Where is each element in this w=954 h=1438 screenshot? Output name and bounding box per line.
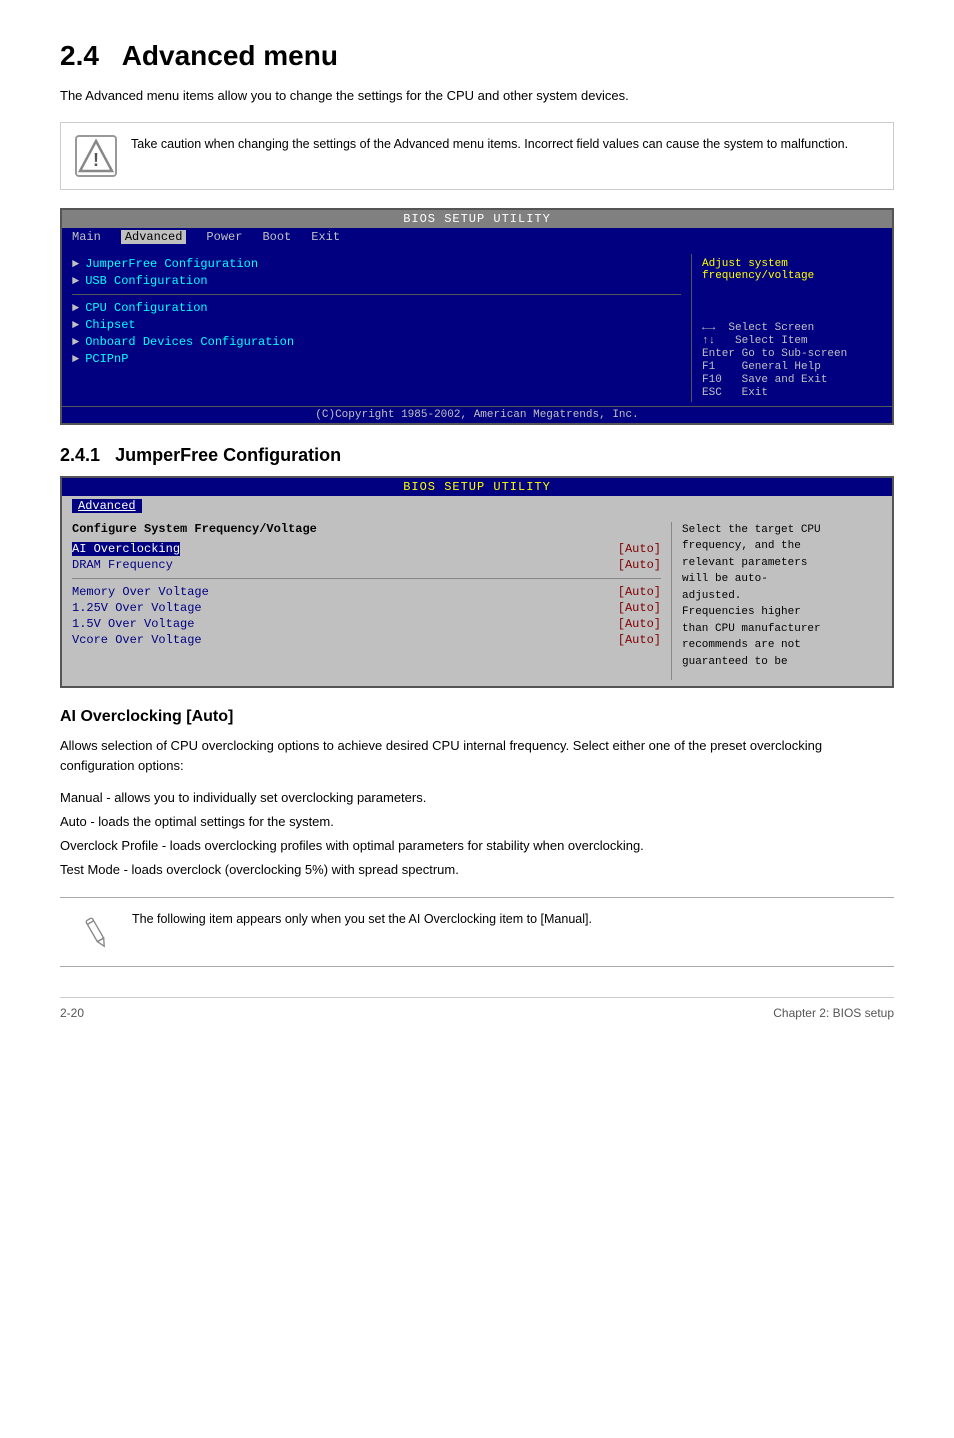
arrow-icon: ► [72,257,79,271]
bios-help-text-2: Select the target CPU frequency, and the… [682,522,882,671]
svg-text:!: ! [93,150,99,170]
bios-item-label: JumperFree Configuration [85,257,258,271]
bios-label-15v: 1.5V Over Voltage [72,617,194,631]
warning-box: ! Take caution when changing the setting… [60,122,894,190]
bios-label-ai: AI Overclocking [72,542,180,556]
bios-label-memvolt: Memory Over Voltage [72,585,209,599]
option-overclock-profile: Overclock Profile - loads overclocking p… [60,835,894,857]
option-test-mode: Test Mode - loads overclock (overclockin… [60,859,894,881]
key-f10: F10 Save and Exit [702,374,882,386]
bios-menubar-1: Main Advanced Power Boot Exit [62,228,892,246]
arrow-icon: ► [72,318,79,332]
bios-right-panel-2: Select the target CPU frequency, and the… [672,522,892,680]
bios-item-label: CPU Configuration [85,301,207,315]
bios-value-memvolt: [Auto] [618,585,661,599]
alert-triangle-icon: ! [77,137,115,175]
bios-item-jumperfree: ► JumperFree Configuration [72,257,681,271]
bios-label-125v: 1.25V Over Voltage [72,601,202,615]
bios-row-vcore: Vcore Over Voltage [Auto] [72,633,661,647]
arrow-icon: ► [72,301,79,315]
bios-item-chipset: ► Chipset [72,318,681,332]
bios-item-label: USB Configuration [85,274,207,288]
bios-value-ai: [Auto] [618,542,661,556]
bios-footer-1: (C)Copyright 1985-2002, American Megatre… [62,406,892,423]
bios-item-cpu: ► CPU Configuration [72,301,681,315]
bios-keys: ←→ Select Screen ↑↓ Select Item Enter Go… [702,322,882,399]
subsection-title-241: 2.4.1 JumperFree Configuration [60,445,894,466]
footer-page-num: 2-20 [60,1006,84,1020]
ai-overclocking-intro: Allows selection of CPU overclocking opt… [60,736,894,778]
bios-value-15v: [Auto] [618,617,661,631]
arrow-icon: ► [72,352,79,366]
note-box: The following item appears only when you… [60,897,894,967]
section-title-text: Advanced menu [122,40,338,71]
subsection-num: 2.4.1 [60,445,100,465]
note-icon [74,910,118,954]
bios-menu2-advanced: Advanced [72,499,142,513]
bios-item-label: PCIPnP [85,352,128,366]
page-footer: 2-20 Chapter 2: BIOS setup [60,997,894,1020]
bios-item-label: Onboard Devices Configuration [85,335,294,349]
warning-icon: ! [75,135,117,177]
bios-screen-1: BIOS SETUP UTILITY Main Advanced Power B… [60,208,894,425]
arrow-icon: ► [72,335,79,349]
bios-item-pcipnp: ► PCIPnP [72,352,681,366]
bios-divider2 [72,578,661,579]
section-heading: 2.4 Advanced menu [60,40,894,72]
bios-left-panel-2: Configure System Frequency/Voltage AI Ov… [62,522,672,680]
intro-text: The Advanced menu items allow you to cha… [60,86,894,106]
bios-left-panel-1: ► JumperFree Configuration ► USB Configu… [62,254,692,402]
bios-item-onboard: ► Onboard Devices Configuration [72,335,681,349]
arrow-icon: ► [72,274,79,288]
bios-menu-exit: Exit [311,230,340,244]
key-select-screen: ←→ Select Screen [702,322,882,334]
bios-row-15v: 1.5V Over Voltage [Auto] [72,617,661,631]
option-manual: Manual - allows you to individually set … [60,787,894,809]
footer-chapter: Chapter 2: BIOS setup [773,1006,894,1020]
section-number: 2.4 [60,40,99,71]
bios-value-vcore: [Auto] [618,633,661,647]
bios-right-panel-1: Adjust systemfrequency/voltage ←→ Select… [692,254,892,402]
bios-title-2: BIOS SETUP UTILITY [62,478,892,496]
key-f1: F1 General Help [702,361,882,373]
bios-divider [72,294,681,295]
bios-label-vcore: Vcore Over Voltage [72,633,202,647]
key-enter: Enter Go to Sub-screen [702,348,882,360]
bios-body-2: Configure System Frequency/Voltage AI Ov… [62,516,892,686]
bios-row-125v: 1.25V Over Voltage [Auto] [72,601,661,615]
bios-value-125v: [Auto] [618,601,661,615]
subsection-title-label: JumperFree Configuration [115,445,341,465]
ai-overclocking-title: AI Overclocking [Auto] [60,708,894,726]
bios-label-dram: DRAM Frequency [72,558,173,572]
bios-row-memvolt: Memory Over Voltage [Auto] [72,585,661,599]
bios-screen-2: BIOS SETUP UTILITY Advanced Configure Sy… [60,476,894,688]
bios-menu-boot: Boot [262,230,291,244]
pencil-icon [76,912,116,952]
bios-body-1: ► JumperFree Configuration ► USB Configu… [62,246,892,406]
bios-config-header: Configure System Frequency/Voltage [72,522,661,536]
bios-help-text-1: Adjust systemfrequency/voltage [702,258,882,282]
bios-menubar-2: Advanced [62,496,892,516]
option-auto: Auto - loads the optimal settings for th… [60,811,894,833]
bios-item-usb: ► USB Configuration [72,274,681,288]
bios-menu-main: Main [72,230,101,244]
bios-menu-advanced: Advanced [121,230,187,244]
bios-title-1: BIOS SETUP UTILITY [62,210,892,228]
key-esc: ESC Exit [702,387,882,399]
bios-value-dram: [Auto] [618,558,661,572]
bios-row-dram: DRAM Frequency [Auto] [72,558,661,572]
bios-menu-power: Power [206,230,242,244]
warning-text: Take caution when changing the settings … [131,135,848,154]
bios-row-ai: AI Overclocking [Auto] [72,542,661,556]
key-select-item: ↑↓ Select Item [702,335,882,347]
bios-item-label: Chipset [85,318,135,332]
note-text: The following item appears only when you… [132,910,592,929]
